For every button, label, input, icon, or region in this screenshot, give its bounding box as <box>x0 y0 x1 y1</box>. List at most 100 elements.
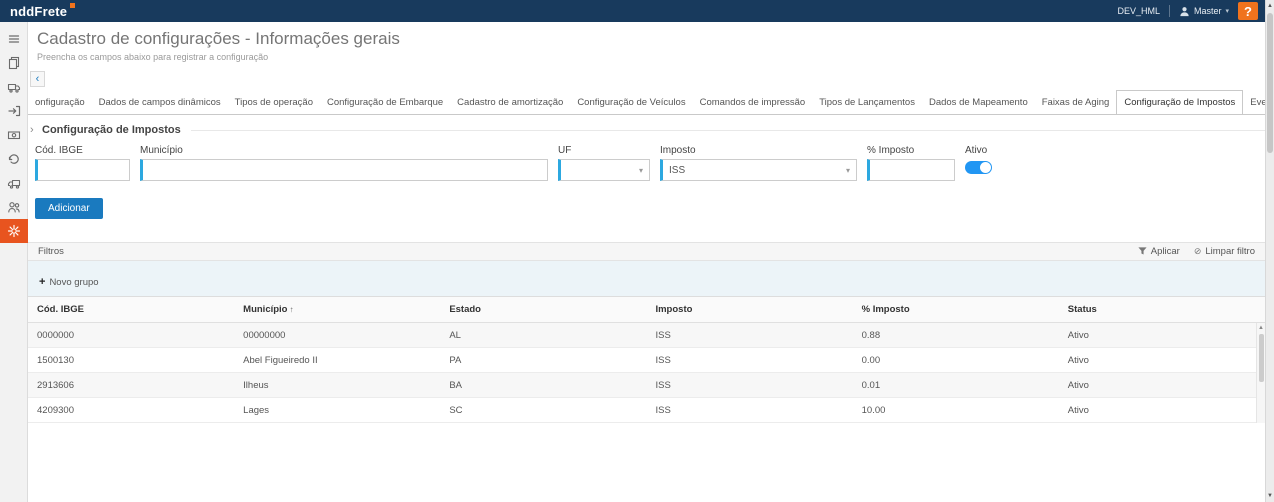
section-divider <box>191 130 1265 131</box>
sidebar-item-users[interactable] <box>0 195 28 219</box>
sidebar-item-history[interactable] <box>0 147 28 171</box>
user-icon <box>1179 6 1190 17</box>
tab-dados-mapeamento[interactable]: Dados de Mapeamento <box>922 91 1035 114</box>
app-logo: nddFrete <box>10 4 75 19</box>
ativo-toggle[interactable] <box>965 161 992 174</box>
sidebar-item-documents[interactable] <box>0 51 28 75</box>
table-row[interactable]: 2913606 Ilheus BA ISS 0.01 Ativo <box>28 373 1265 398</box>
adicionar-button[interactable]: Adicionar <box>35 198 103 219</box>
tab-configuracao-embarque[interactable]: Configuração de Embarque <box>320 91 450 114</box>
page-scrollbar[interactable]: ▲ ▼ <box>1265 0 1274 502</box>
funnel-icon <box>1138 247 1147 256</box>
tab-configuracao[interactable]: onfiguração <box>28 91 92 114</box>
chevron-down-icon: ▾ <box>639 166 643 175</box>
field-cod-ibge: Cód. IBGE <box>35 145 130 181</box>
clear-filter-icon: ⊘ <box>1194 246 1202 257</box>
sidebar-item-logout[interactable] <box>0 99 28 123</box>
uf-select[interactable]: ▾ <box>558 159 650 181</box>
scroll-up-icon[interactable]: ▲ <box>1257 323 1265 331</box>
logo-mark <box>70 3 75 8</box>
scroll-down-icon[interactable]: ▼ <box>1266 490 1274 502</box>
column-header-status[interactable]: Status <box>1059 297 1265 323</box>
expand-chevron-icon[interactable]: › <box>30 124 42 136</box>
sidebar-item-settings[interactable] <box>0 219 28 243</box>
table-header-row: Cód. IBGE Município↑ Estado Imposto % Im… <box>28 297 1265 323</box>
pct-imposto-label: % Imposto <box>867 145 955 156</box>
sidebar <box>0 22 28 502</box>
shipping-truck-icon <box>7 176 21 190</box>
chevron-left-icon: ‹ <box>36 73 40 85</box>
scroll-up-icon[interactable]: ▲ <box>1266 0 1274 12</box>
municipio-input[interactable] <box>140 159 548 181</box>
tab-tipos-lancamentos[interactable]: Tipos de Lançamentos <box>812 91 922 114</box>
page-header: Cadastro de configurações - Informações … <box>28 22 1265 62</box>
tab-bar: onfiguração Dados de campos dinâmicos Ti… <box>28 90 1265 115</box>
tab-configuracao-impostos[interactable]: Configuração de Impostos <box>1116 90 1243 115</box>
tab-faixas-aging[interactable]: Faixas de Aging <box>1035 91 1117 114</box>
section-header: › Configuração de Impostos <box>30 124 1265 136</box>
novo-grupo-button[interactable]: + Novo grupo <box>39 276 99 288</box>
chevron-down-icon: ▾ <box>1225 7 1229 15</box>
history-icon <box>7 152 21 166</box>
group-band: + Novo grupo <box>28 261 1265 296</box>
tab-configuracao-veiculos[interactable]: Configuração de Veículos <box>570 91 692 114</box>
page-scroll-thumb[interactable] <box>1267 13 1273 153</box>
logout-icon <box>7 104 21 118</box>
section-title: Configuração de Impostos <box>42 124 181 136</box>
cod-ibge-input[interactable] <box>35 159 130 181</box>
tab-tipos-operacao[interactable]: Tipos de operação <box>228 91 320 114</box>
column-header-imposto[interactable]: Imposto <box>646 297 852 323</box>
filters-title: Filtros <box>38 246 64 257</box>
column-header-pct-imposto[interactable]: % Imposto <box>853 297 1059 323</box>
main-content: Cadastro de configurações - Informações … <box>28 22 1265 502</box>
results-table: Cód. IBGE Município↑ Estado Imposto % Im… <box>28 296 1265 423</box>
sort-asc-icon: ↑ <box>289 305 293 314</box>
imposto-value: ISS <box>669 165 685 176</box>
sidebar-item-shipping[interactable] <box>0 171 28 195</box>
table-row[interactable]: 4209300 Lages SC ISS 10.00 Ativo <box>28 398 1265 423</box>
user-name: Master <box>1194 6 1222 16</box>
limpar-filtro-button[interactable]: ⊘ Limpar filtro <box>1194 246 1255 257</box>
imposto-label: Imposto <box>660 145 857 156</box>
sidebar-item-truck[interactable] <box>0 75 28 99</box>
column-header-municipio[interactable]: Município↑ <box>234 297 440 323</box>
ativo-label: Ativo <box>965 145 992 156</box>
chevron-down-icon: ▾ <box>846 166 850 175</box>
settings-gear-icon <box>7 224 21 238</box>
environment-label: DEV_HML <box>1117 6 1160 16</box>
tab-cadastro-amortizacao[interactable]: Cadastro de amortização <box>450 91 570 114</box>
truck-icon <box>7 80 21 94</box>
help-button[interactable]: ? <box>1238 2 1258 20</box>
column-header-cod-ibge[interactable]: Cód. IBGE <box>28 297 234 323</box>
table-scrollbar[interactable]: ▲ <box>1256 323 1265 423</box>
pct-imposto-input[interactable] <box>867 159 955 181</box>
users-icon <box>7 200 21 214</box>
aplicar-button[interactable]: Aplicar <box>1138 246 1180 257</box>
topbar-divider <box>1169 5 1170 17</box>
imposto-select[interactable]: ISS ▾ <box>660 159 857 181</box>
column-header-estado[interactable]: Estado <box>440 297 646 323</box>
sidebar-item-billing[interactable] <box>0 123 28 147</box>
collapse-button[interactable]: ‹ <box>30 71 45 87</box>
user-menu[interactable]: Master ▾ <box>1179 6 1229 17</box>
field-uf: UF ▾ <box>558 145 650 181</box>
filters-bar: Filtros Aplicar ⊘ Limpar filtro <box>28 242 1265 261</box>
page-title: Cadastro de configurações - Informações … <box>37 29 1265 49</box>
tab-comandos-impressao[interactable]: Comandos de impressão <box>693 91 813 114</box>
field-imposto: Imposto ISS ▾ <box>660 145 857 181</box>
field-pct-imposto: % Imposto <box>867 145 955 181</box>
plus-icon: + <box>39 276 45 288</box>
table-scroll-thumb[interactable] <box>1259 334 1264 382</box>
topbar: nddFrete DEV_HML Master ▾ ? <box>0 0 1274 22</box>
tab-dados-campos-dinamicos[interactable]: Dados de campos dinâmicos <box>92 91 228 114</box>
page-subtitle: Preencha os campos abaixo para registrar… <box>37 52 1265 62</box>
billing-icon <box>7 128 21 142</box>
table-row[interactable]: 0000000 00000000 AL ISS 0.88 Ativo <box>28 323 1265 348</box>
tab-eventos-logisticos[interactable]: Eventos Logísticos <box>1243 91 1265 114</box>
sidebar-item-menu[interactable] <box>0 27 28 51</box>
menu-icon <box>7 32 21 46</box>
results-table-wrap: Cód. IBGE Município↑ Estado Imposto % Im… <box>28 296 1265 423</box>
table-row[interactable]: 1500130 Abel Figueiredo II PA ISS 0.00 A… <box>28 348 1265 373</box>
toggle-knob <box>980 162 991 173</box>
municipio-label: Município <box>140 145 548 156</box>
